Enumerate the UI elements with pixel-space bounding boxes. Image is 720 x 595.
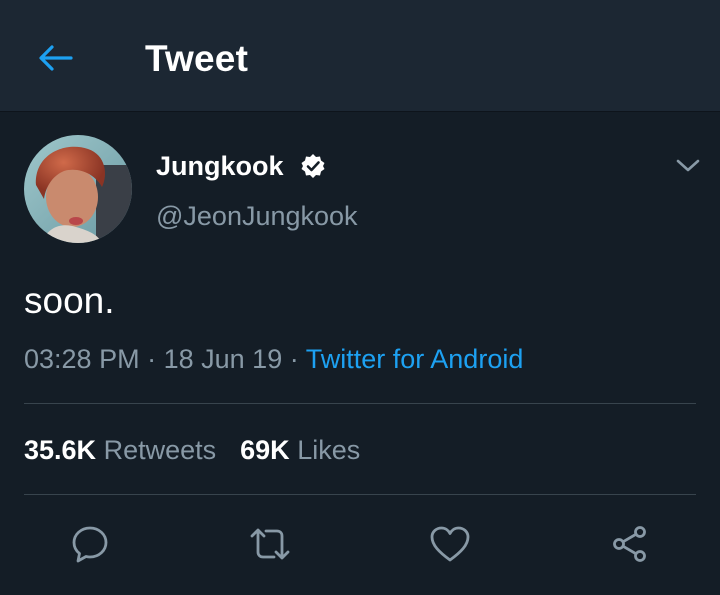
tweet-text: soon. <box>24 280 115 321</box>
reply-button[interactable] <box>66 520 114 568</box>
share-button[interactable] <box>606 520 654 568</box>
tweet-source-link[interactable]: Twitter for Android <box>306 344 524 374</box>
meta-separator: · <box>289 344 299 374</box>
page-title: Tweet <box>145 38 249 79</box>
meta-separator: · <box>147 344 157 374</box>
more-options-button[interactable] <box>672 150 704 182</box>
likes-count: 69K <box>240 435 290 465</box>
engagement-stats: 35.6K Retweets 69K Likes <box>24 432 360 468</box>
retweet-icon <box>250 528 290 560</box>
share-icon <box>613 526 646 562</box>
tweet-meta: 03:28 PM · 18 Jun 19 · Twitter for Andro… <box>24 341 523 377</box>
author-name[interactable]: Jungkook <box>156 148 284 184</box>
retweets-label: Retweets <box>103 435 217 465</box>
tweet-time: 03:28 PM <box>24 344 140 374</box>
top-app-bar: Tweet <box>0 0 720 112</box>
likes-stat[interactable]: 69K Likes <box>240 432 360 468</box>
divider <box>24 494 696 495</box>
divider <box>24 403 696 404</box>
author-handle[interactable]: @JeonJungkook <box>156 198 358 234</box>
retweets-count: 35.6K <box>24 435 97 465</box>
like-button[interactable] <box>426 520 474 568</box>
back-button[interactable] <box>30 36 80 80</box>
avatar-image <box>24 135 132 243</box>
avatar[interactable] <box>24 135 132 243</box>
reply-icon <box>72 526 108 563</box>
likes-label: Likes <box>297 435 361 465</box>
tweet-date: 18 Jun 19 <box>163 344 283 374</box>
heart-icon <box>430 526 470 562</box>
chevron-down-icon <box>676 159 700 172</box>
back-arrow-icon <box>39 45 73 71</box>
verified-badge-icon <box>301 154 325 178</box>
retweets-stat[interactable]: 35.6K Retweets <box>24 432 216 468</box>
retweet-button[interactable] <box>246 520 294 568</box>
